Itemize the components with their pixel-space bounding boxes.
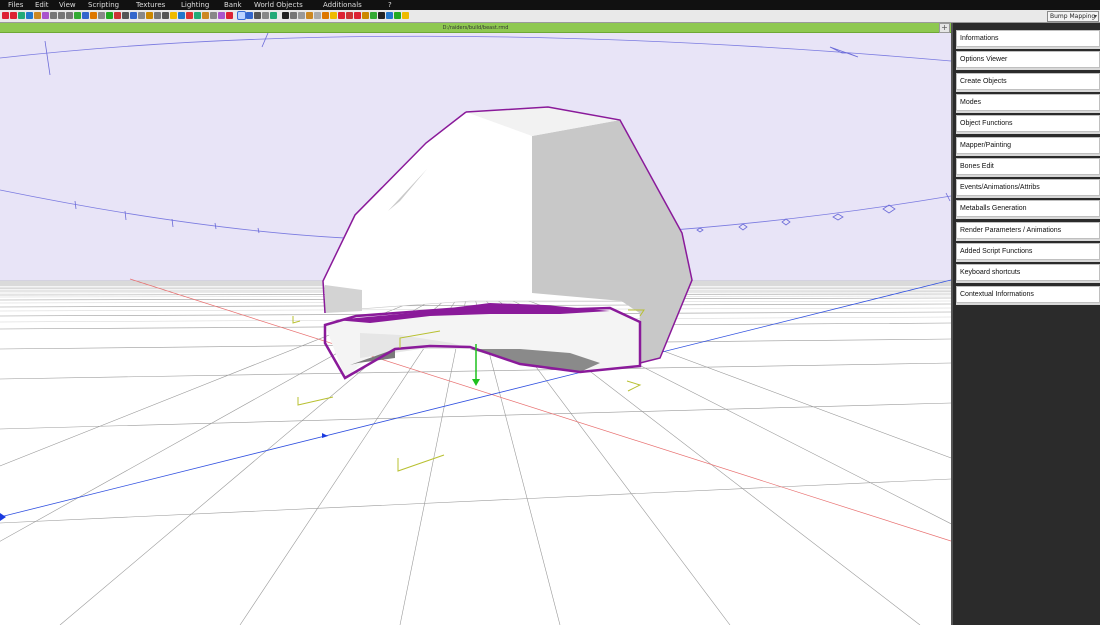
scale-icon[interactable] (42, 12, 49, 19)
panel-contextual-informations-button[interactable]: Contextual Informations (956, 285, 1100, 303)
select-box-icon[interactable] (237, 11, 246, 20)
menu-help[interactable]: ? (388, 0, 392, 10)
render-mode-select[interactable]: Bump Mapping ▾ (1047, 11, 1099, 22)
menu-textures[interactable]: Textures (136, 0, 165, 10)
image-icon[interactable] (386, 12, 393, 19)
viewport-scene (0, 33, 951, 625)
curve-icon[interactable] (370, 12, 377, 19)
toolbar: Bump Mapping ▾ (0, 10, 1100, 23)
texture-icon[interactable] (306, 12, 313, 19)
side-panel: Informations Options Viewer Create Objects… (951, 23, 1100, 625)
undo-icon[interactable] (2, 12, 9, 19)
render-icon[interactable] (378, 12, 385, 19)
light-icon[interactable] (170, 12, 177, 19)
menu-files[interactable]: Files (8, 0, 23, 10)
edge-icon[interactable] (58, 12, 65, 19)
panel-added-script-functions-button[interactable]: Added Script Functions (956, 243, 1100, 260)
bulb-icon[interactable] (330, 12, 337, 19)
menu-view[interactable]: View (59, 0, 76, 10)
panel-create-objects-button[interactable]: Create Objects (956, 72, 1100, 90)
panel-events-animations-attribs-button[interactable]: Events/Animations/Attribs (956, 179, 1100, 197)
export-icon[interactable] (394, 12, 401, 19)
file-path: D:/raiders/build/beast.rmd (442, 25, 509, 31)
panel-bones-edit-button[interactable]: Bones Edit (956, 157, 1100, 175)
wire-icon[interactable] (290, 12, 297, 19)
orbit-icon[interactable] (270, 12, 277, 19)
torus-icon[interactable] (218, 12, 225, 19)
cone-icon[interactable] (202, 12, 209, 19)
panel-mapper-painting-button[interactable]: Mapper/Painting (956, 136, 1100, 154)
weld-icon[interactable] (98, 12, 105, 19)
menu-world-objects[interactable]: World Objects (254, 0, 303, 10)
plane-icon[interactable] (210, 12, 217, 19)
vertex-icon[interactable] (50, 12, 57, 19)
face-icon[interactable] (66, 12, 73, 19)
cube-icon[interactable] (178, 12, 185, 19)
help-icon[interactable] (402, 12, 409, 19)
split-icon[interactable] (90, 12, 97, 19)
plus-icon: + (941, 23, 948, 32)
menu-edit[interactable]: Edit (35, 0, 49, 10)
panel-object-functions-button[interactable]: Object Functions (956, 115, 1100, 133)
menu-scripting[interactable]: Scripting (88, 0, 119, 10)
align-icon[interactable] (138, 12, 145, 19)
panel-options-viewer-button[interactable]: Options Viewer (956, 51, 1100, 69)
mirror-icon[interactable] (130, 12, 137, 19)
snap-icon[interactable] (146, 12, 153, 19)
menu-additionals[interactable]: Additionals (323, 0, 362, 10)
pan-icon[interactable] (262, 12, 269, 19)
paint-icon[interactable] (322, 12, 329, 19)
stop-icon[interactable] (346, 12, 353, 19)
zoom-icon[interactable] (254, 12, 261, 19)
camera-icon[interactable] (162, 12, 169, 19)
record-icon[interactable] (354, 12, 361, 19)
key-icon[interactable] (362, 12, 369, 19)
magnet-icon[interactable] (226, 12, 233, 19)
menu-lighting[interactable]: Lighting (181, 0, 209, 10)
render-mode-value: Bump Mapping (1050, 13, 1096, 20)
panel-modes-button[interactable]: Modes (956, 93, 1100, 111)
rotate-icon[interactable] (34, 12, 41, 19)
eye-icon[interactable] (282, 12, 289, 19)
chevron-down-icon: ▾ (1093, 13, 1097, 20)
cylinder-icon[interactable] (194, 12, 201, 19)
bone-icon[interactable] (314, 12, 321, 19)
panel-render-parameters-animations-button[interactable]: Render Parameters / Animations (956, 221, 1100, 239)
lasso-icon[interactable] (246, 12, 253, 19)
3d-viewport[interactable] (0, 33, 951, 625)
move-icon[interactable] (26, 12, 33, 19)
file-path-bar: D:/raiders/build/beast.rmd (0, 23, 951, 33)
add-view-button[interactable]: + (939, 23, 950, 33)
menu-bar: Files Edit View Scripting Textures Lighting Ba… (0, 0, 1100, 10)
grid-icon[interactable] (154, 12, 161, 19)
select-icon[interactable] (18, 12, 25, 19)
panel-metaballs-generation-button[interactable]: Metaballs Generation (956, 200, 1100, 218)
cut-icon[interactable] (122, 12, 129, 19)
play-icon[interactable] (338, 12, 345, 19)
panel-keyboard-shortcuts-button[interactable]: Keyboard shortcuts (956, 264, 1100, 282)
extrude-icon[interactable] (106, 12, 113, 19)
sphere-icon[interactable] (186, 12, 193, 19)
panel-informations-button[interactable]: Informations (956, 30, 1100, 47)
object-icon[interactable] (74, 12, 81, 19)
menu-bank[interactable]: Bank (224, 0, 242, 10)
redo-icon[interactable] (10, 12, 17, 19)
group-icon[interactable] (82, 12, 89, 19)
shade-icon[interactable] (298, 12, 305, 19)
bevel-icon[interactable] (114, 12, 121, 19)
